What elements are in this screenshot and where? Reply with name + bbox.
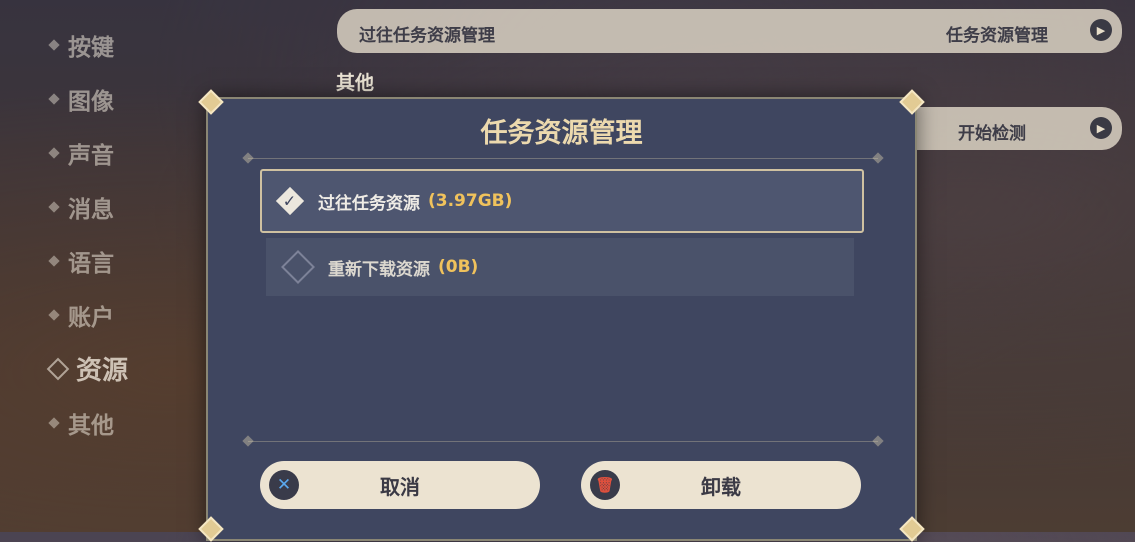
divider xyxy=(248,441,878,442)
close-icon: ✕ xyxy=(269,470,299,500)
cancel-button[interactable]: ✕ 取消 xyxy=(260,461,540,509)
quest-resource-dialog: 任务资源管理 ✓ 过往任务资源 (3.97GB) 重新下载资源 (0B) ✕ 取… xyxy=(198,89,925,542)
sidebar-item-label: 语言 xyxy=(68,251,114,277)
sidebar-item-label: 声音 xyxy=(68,143,114,169)
diamond-bullet-icon xyxy=(48,255,60,267)
section-heading: 其他 xyxy=(336,72,375,94)
sidebar-item-graphics[interactable]: 图像 xyxy=(48,82,114,116)
sidebar-item-account[interactable]: 账户 xyxy=(48,298,114,332)
sidebar-item-label: 消息 xyxy=(68,197,114,223)
option-size: (3.97GB) xyxy=(428,191,513,211)
diamond-bullet-icon xyxy=(48,93,60,105)
row-label: 过往任务资源管理 xyxy=(359,26,495,46)
option-label: 过往任务资源 xyxy=(318,193,420,214)
diamond-bullet-icon xyxy=(48,39,60,51)
unchecked-diamond-icon[interactable] xyxy=(281,250,315,284)
diamond-bullet-icon xyxy=(48,417,60,429)
trash-icon: 🗑 xyxy=(590,470,620,500)
row-value: 开始检测 xyxy=(958,124,1026,144)
sidebar-item-label: 其他 xyxy=(68,413,114,439)
sidebar-item-label: 图像 xyxy=(68,89,114,115)
sidebar-item-label: 账户 xyxy=(68,305,114,331)
sidebar-item-messages[interactable]: 消息 xyxy=(48,190,114,224)
checked-diamond-icon[interactable]: ✓ xyxy=(275,186,305,216)
uninstall-label: 卸载 xyxy=(701,474,741,499)
dialog-title: 任务资源管理 xyxy=(480,118,643,149)
sidebar-item-label: 资源 xyxy=(76,356,129,386)
uninstall-button[interactable]: 🗑 卸载 xyxy=(581,461,861,509)
play-icon[interactable]: ▶ xyxy=(1090,19,1112,41)
diamond-bullet-icon xyxy=(46,357,70,380)
option-past-quest-resources[interactable]: ✓ 过往任务资源 (3.97GB) xyxy=(260,169,864,233)
play-icon[interactable]: ▶ xyxy=(1090,117,1112,139)
past-quest-resource-row[interactable]: 过往任务资源管理 任务资源管理 ▶ xyxy=(337,9,1122,53)
sidebar-item-keys[interactable]: 按键 xyxy=(48,28,114,62)
diamond-bullet-icon xyxy=(48,201,60,213)
option-label: 重新下载资源 xyxy=(328,259,430,280)
start-check-row[interactable]: 开始检测 ▶ xyxy=(900,107,1122,150)
sidebar-item-label: 按键 xyxy=(68,35,114,61)
sidebar-item-audio[interactable]: 声音 xyxy=(48,136,114,170)
cancel-label: 取消 xyxy=(380,474,420,499)
row-value: 任务资源管理 xyxy=(946,26,1048,46)
divider xyxy=(248,158,878,159)
sidebar-item-resources[interactable]: 资源 xyxy=(46,350,129,387)
option-redownload-resources[interactable]: 重新下载资源 (0B) xyxy=(266,238,854,296)
option-size: (0B) xyxy=(438,257,479,277)
diamond-bullet-icon xyxy=(48,309,60,321)
diamond-bullet-icon xyxy=(48,147,60,159)
sidebar-item-language[interactable]: 语言 xyxy=(48,244,114,278)
sidebar-item-other[interactable]: 其他 xyxy=(48,406,114,440)
